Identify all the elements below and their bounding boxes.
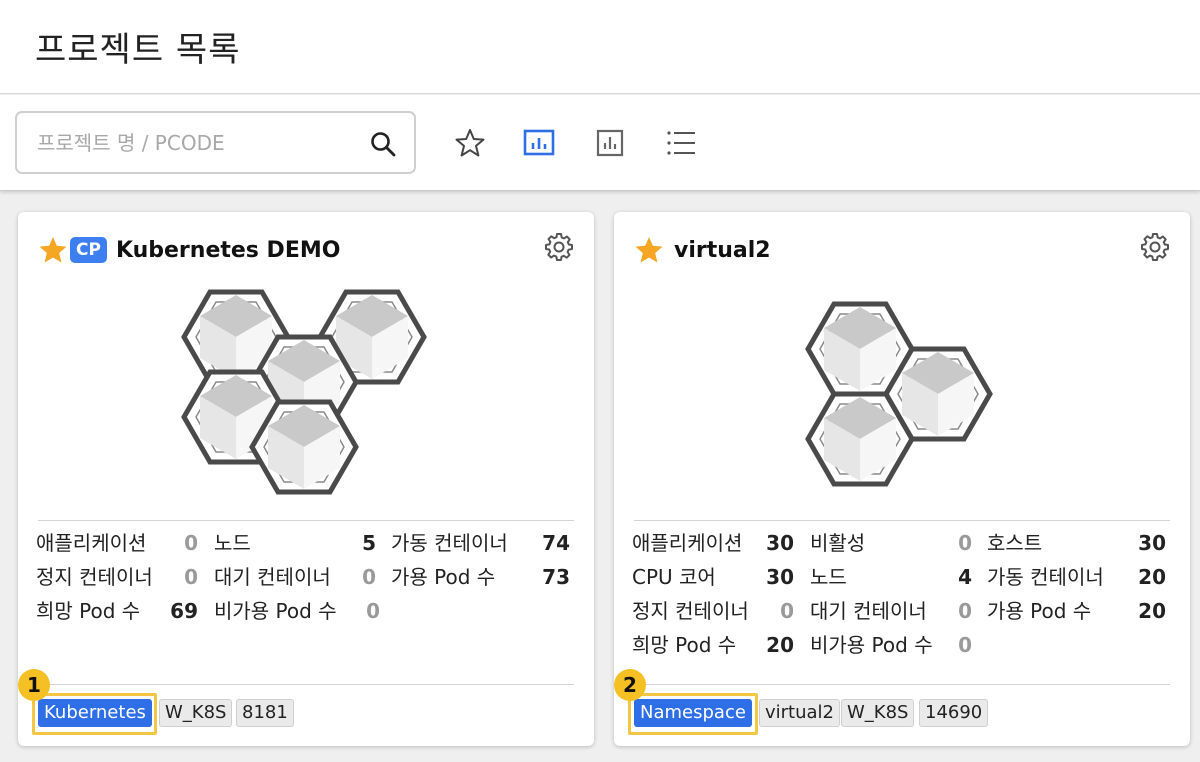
callout-number-badge: 1 (18, 669, 50, 701)
stat-label: 대기 컨테이너 (810, 599, 927, 623)
stat-label: 비가용 Pod 수 (214, 599, 337, 623)
search-box (15, 111, 416, 174)
stat-value: 5 (362, 531, 376, 555)
tag-platform[interactable]: W_K8S (841, 699, 915, 727)
stat-value: 0 (780, 599, 794, 623)
stats-divider (38, 520, 574, 521)
card-title-row: virtual2 (634, 234, 771, 266)
stat-value: 0 (958, 633, 972, 657)
favorites-filter-star-icon[interactable] (454, 127, 486, 159)
list-view-icon[interactable] (665, 127, 697, 159)
stat-label: 가동 컨테이너 (987, 565, 1104, 589)
stat-label: 희망 Pod 수 (36, 599, 141, 623)
tag-type[interactable]: Kubernetes (38, 699, 152, 727)
stat-value: 20 (766, 633, 794, 657)
kubernetes-cluster-hexagon-icon (178, 282, 438, 502)
stat-value: 74 (542, 531, 570, 555)
page-title: 프로젝트 목록 (35, 30, 241, 70)
card-view-chart-icon[interactable] (523, 127, 555, 159)
stat-value: 30 (1138, 531, 1166, 555)
stat-label: 가동 컨테이너 (391, 531, 508, 555)
stat-label: 애플리케이션 (36, 531, 147, 555)
project-card-virtual2[interactable]: virtual2 애플리케이션 30 비활성 0 호스트 30 CPU 코어 3… (614, 212, 1190, 746)
stat-label: 비활성 (810, 531, 866, 555)
tag-platform[interactable]: W_K8S (159, 699, 233, 727)
stat-value: 0 (958, 599, 972, 623)
namespace-hexagon-icon (800, 294, 1000, 494)
stat-value: 0 (362, 565, 376, 589)
search-icon[interactable] (369, 130, 397, 158)
stat-label: 정지 컨테이너 (36, 565, 153, 589)
card-title[interactable]: Kubernetes DEMO (116, 238, 341, 263)
favorite-star-icon[interactable] (634, 235, 664, 265)
stats-divider (634, 520, 1170, 521)
stat-label: 정지 컨테이너 (632, 599, 749, 623)
stat-value: 20 (1138, 599, 1166, 623)
toolbar (0, 95, 1200, 191)
tag-type[interactable]: Namespace (634, 699, 752, 727)
card-title-row: CP Kubernetes DEMO (38, 234, 340, 266)
stat-label: CPU 코어 (632, 565, 716, 589)
stat-label: 가용 Pod 수 (987, 599, 1092, 623)
stat-value: 0 (366, 599, 380, 623)
card-title[interactable]: virtual2 (674, 238, 771, 263)
stat-value: 0 (184, 531, 198, 555)
stat-value: 73 (542, 565, 570, 589)
stat-value: 0 (958, 531, 972, 555)
tag-pcode[interactable]: 14690 (919, 699, 989, 727)
search-input[interactable] (37, 127, 357, 159)
stat-value: 30 (766, 565, 794, 589)
stat-label: 가용 Pod 수 (391, 565, 496, 589)
settings-gear-icon[interactable] (1140, 232, 1170, 262)
stat-value: 0 (184, 565, 198, 589)
stat-label: 노드 (214, 531, 251, 555)
settings-gear-icon[interactable] (544, 232, 574, 262)
page-header: 프로젝트 목록 (0, 0, 1200, 94)
stat-label: 호스트 (987, 531, 1043, 555)
stat-value: 30 (766, 531, 794, 555)
stat-value: 4 (958, 565, 972, 589)
summary-view-chart-icon[interactable] (594, 127, 626, 159)
callout-number-badge: 2 (614, 669, 646, 701)
stat-label: 희망 Pod 수 (632, 633, 737, 657)
cp-badge: CP (70, 237, 107, 263)
project-card-kubernetes-demo[interactable]: CP Kubernetes DEMO 애플리케이션 0 노드 5 가동 컨테이너… (18, 212, 594, 746)
tag-name[interactable]: virtual2 (759, 699, 841, 727)
stat-value: 20 (1138, 565, 1166, 589)
stat-label: 노드 (810, 565, 847, 589)
stat-label: 비가용 Pod 수 (810, 633, 933, 657)
tags-divider (38, 684, 574, 685)
stat-label: 대기 컨테이너 (214, 565, 331, 589)
tag-pcode[interactable]: 8181 (236, 699, 294, 727)
stat-label: 애플리케이션 (632, 531, 743, 555)
tags-divider (634, 684, 1170, 685)
stat-value: 69 (170, 599, 198, 623)
favorite-star-icon[interactable] (38, 235, 68, 265)
